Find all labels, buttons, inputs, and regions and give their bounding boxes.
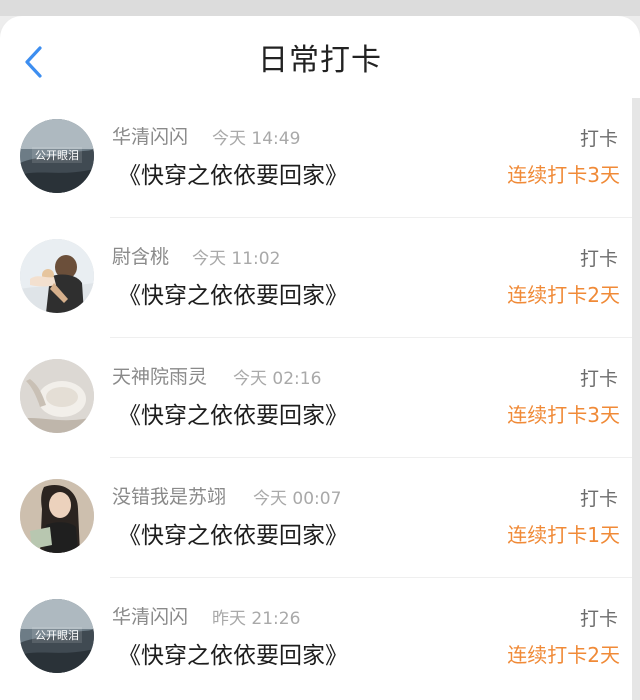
book-title[interactable]: 《快穿之依依要回家》 bbox=[118, 516, 348, 550]
status-strip bbox=[0, 0, 640, 16]
book-title[interactable]: 《快穿之依依要回家》 bbox=[118, 276, 348, 310]
timestamp: 今天 02:16 bbox=[233, 369, 322, 389]
action-label: 打卡 bbox=[579, 488, 618, 510]
timestamp: 昨天 21:26 bbox=[212, 609, 301, 629]
avatar[interactable] bbox=[20, 479, 94, 553]
action-label: 打卡 bbox=[579, 248, 618, 270]
user-name[interactable]: 华清闪闪 bbox=[112, 122, 188, 149]
back-button[interactable] bbox=[20, 44, 50, 80]
avatar[interactable] bbox=[20, 239, 94, 313]
page-title: 日常打卡 bbox=[258, 43, 382, 78]
action-label: 打卡 bbox=[579, 368, 618, 390]
avatar-text: 公开眼泪 bbox=[35, 149, 79, 162]
streak-label: 连续打卡2天 bbox=[507, 283, 620, 307]
avatar[interactable]: 公开眼泪 bbox=[20, 599, 94, 673]
action-label: 打卡 bbox=[579, 128, 618, 150]
list-item[interactable]: 没错我是苏翊 今天 00:07 《快穿之依依要回家》 打卡 连续打卡1天 bbox=[0, 458, 632, 578]
avatar-text: 公开眼泪 bbox=[35, 629, 79, 642]
avatar[interactable]: 公开眼泪 bbox=[20, 119, 94, 193]
streak-label: 连续打卡1天 bbox=[507, 523, 620, 547]
avatar[interactable] bbox=[20, 359, 94, 433]
user-name[interactable]: 尉含桃 bbox=[112, 242, 169, 269]
top-bar: 日常打卡 bbox=[0, 16, 640, 98]
book-title[interactable]: 《快穿之依依要回家》 bbox=[118, 636, 348, 670]
list-item[interactable]: 公开眼泪 华清闪闪 昨天 21:26 《快穿之依依要回家》 打卡 连续打卡2天 bbox=[0, 578, 632, 698]
timestamp: 今天 11:02 bbox=[192, 249, 281, 269]
streak-label: 连续打卡2天 bbox=[507, 643, 620, 667]
list-item[interactable]: 公开眼泪 华清闪闪 今天 14:49 《快穿之依依要回家》 打卡 连续打卡3天 bbox=[0, 98, 632, 218]
action-label: 打卡 bbox=[579, 608, 618, 630]
list-item[interactable]: 尉含桃 今天 11:02 《快穿之依依要回家》 打卡 连续打卡2天 bbox=[0, 218, 632, 338]
user-name[interactable]: 华清闪闪 bbox=[112, 602, 188, 629]
book-title[interactable]: 《快穿之依依要回家》 bbox=[118, 156, 348, 190]
timestamp: 今天 14:49 bbox=[212, 129, 301, 149]
streak-label: 连续打卡3天 bbox=[507, 403, 620, 427]
timestamp: 今天 00:07 bbox=[253, 489, 342, 509]
book-title[interactable]: 《快穿之依依要回家》 bbox=[118, 396, 348, 430]
list-item[interactable]: 天神院雨灵 今天 02:16 《快穿之依依要回家》 打卡 连续打卡3天 bbox=[0, 338, 632, 458]
user-name[interactable]: 没错我是苏翊 bbox=[112, 482, 226, 509]
streak-label: 连续打卡3天 bbox=[507, 163, 620, 187]
scrollbar-track bbox=[632, 98, 640, 700]
chevron-left-icon bbox=[25, 46, 42, 78]
checkin-list: 公开眼泪 华清闪闪 今天 14:49 《快穿之依依要回家》 打卡 连续打卡3天 … bbox=[0, 98, 632, 700]
user-name[interactable]: 天神院雨灵 bbox=[112, 362, 207, 389]
